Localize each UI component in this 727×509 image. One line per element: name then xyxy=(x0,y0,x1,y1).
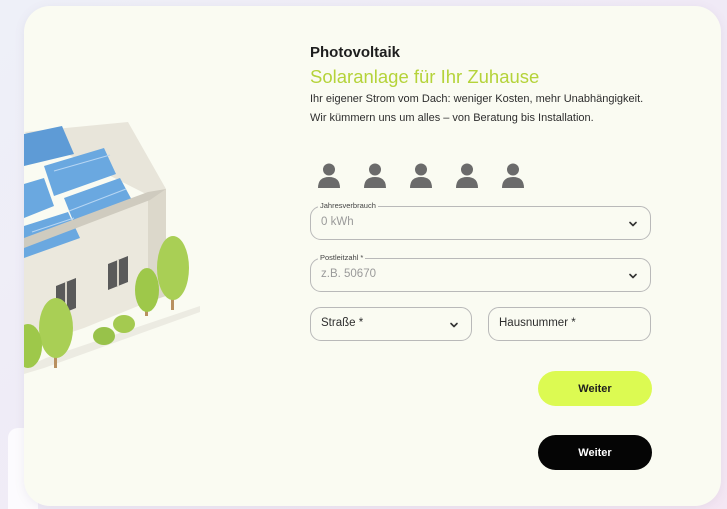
strasse-select[interactable]: Straße * xyxy=(310,307,472,341)
jahresverbrauch-select[interactable]: Jahresverbrauch 0 kWh xyxy=(310,201,651,240)
household-size-selector xyxy=(317,163,525,189)
weiter-button-secondary[interactable]: Weiter xyxy=(538,435,652,470)
person-icon[interactable] xyxy=(501,163,525,189)
person-icon[interactable] xyxy=(363,163,387,189)
jahresverbrauch-label: Jahresverbrauch xyxy=(318,201,378,211)
chevron-down-icon xyxy=(629,221,637,227)
strasse-placeholder: Straße * xyxy=(321,317,364,329)
person-icon[interactable] xyxy=(317,163,341,189)
postleitzahl-select[interactable]: Postleitzahl * z.B. 50670 xyxy=(310,253,651,292)
hausnummer-input[interactable]: Hausnummer * xyxy=(488,307,651,341)
solar-form-card: Photovoltaik Solaranlage für Ihr Zuhause… xyxy=(24,6,721,506)
page-title: Photovoltaik xyxy=(310,44,401,61)
house-with-solar-panels-illustration xyxy=(24,122,200,374)
person-icon[interactable] xyxy=(409,163,433,189)
hausnummer-placeholder: Hausnummer * xyxy=(499,317,576,329)
chevron-down-icon xyxy=(450,322,458,328)
page-description: Ihr eigener Strom vom Dach: weniger Kost… xyxy=(310,93,644,124)
jahresverbrauch-value: 0 kWh xyxy=(321,216,354,228)
postleitzahl-placeholder: z.B. 50670 xyxy=(321,268,376,280)
chevron-down-icon xyxy=(629,273,637,279)
page-subtitle: Solaranlage für Ihr Zuhause xyxy=(310,66,540,87)
postleitzahl-label: Postleitzahl * xyxy=(318,253,366,263)
weiter-button-primary[interactable]: Weiter xyxy=(538,371,652,406)
person-icon[interactable] xyxy=(455,163,479,189)
